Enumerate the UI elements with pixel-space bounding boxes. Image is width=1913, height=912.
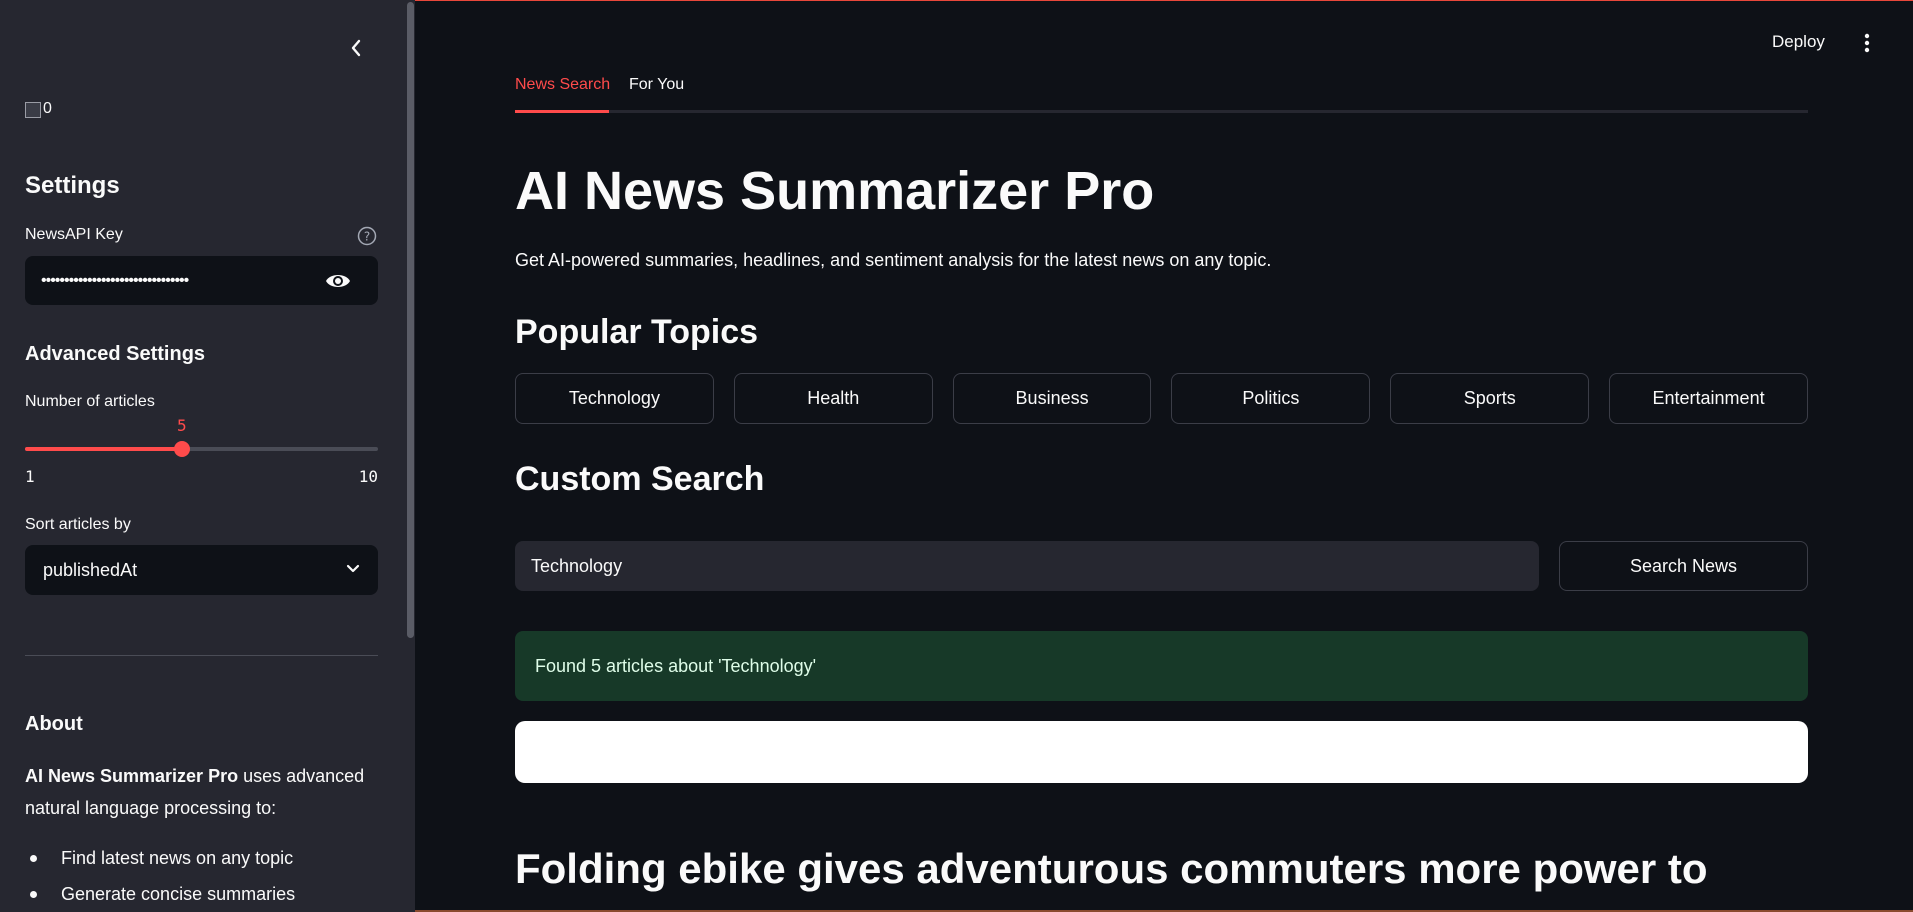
topic-button-politics[interactable]: Politics [1171, 373, 1371, 424]
about-heading: About [25, 713, 83, 735]
main-menu-button[interactable] [1858, 30, 1876, 56]
about-description: AI News Summarizer Pro uses advanced nat… [25, 760, 375, 824]
num-articles-label: Number of articles [25, 393, 155, 410]
topic-button-technology[interactable]: Technology [515, 373, 714, 424]
search-input[interactable]: Technology [515, 541, 1539, 591]
page-title: AI News Summarizer Pro [515, 161, 1155, 221]
api-key-label: NewsAPI Key [25, 226, 123, 243]
about-list: Find latest news on any topic Generate c… [25, 840, 295, 912]
article-headline: Folding ebike gives adventurous commuter… [515, 845, 1708, 892]
advanced-settings-heading: Advanced Settings [25, 343, 206, 365]
sort-label: Sort articles by [25, 516, 131, 533]
about-app-name: AI News Summarizer Pro [25, 766, 239, 786]
tab-bar: News Search For You [515, 76, 1808, 113]
svg-text:?: ? [364, 230, 370, 244]
slider-thumb[interactable] [173, 441, 190, 457]
logo-image: 0 [25, 100, 52, 118]
sort-select[interactable]: publishedAt [25, 545, 378, 595]
list-item: Generate concise summaries [25, 876, 295, 912]
tab-bar-line [515, 110, 1808, 113]
settings-heading: Settings [25, 172, 120, 199]
sidebar-divider [25, 655, 378, 656]
topic-button-entertainment[interactable]: Entertainment [1609, 373, 1808, 424]
chevron-down-icon [346, 564, 360, 573]
deploy-button[interactable]: Deploy [1772, 32, 1825, 52]
logo-image-alt: 0 [43, 100, 52, 117]
num-articles-slider[interactable]: 5 [25, 416, 378, 457]
slider-value: 5 [177, 416, 187, 435]
popular-topics-heading: Popular Topics [515, 313, 759, 351]
broken-image-icon [25, 102, 41, 118]
sidebar-scrollbar[interactable] [407, 2, 414, 638]
sidebar: 0 Settings NewsAPI Key ? •••••••••••••••… [0, 0, 415, 912]
progress-container [515, 721, 1808, 783]
active-tab-indicator [515, 110, 609, 113]
more-vertical-icon [1864, 33, 1870, 53]
topic-button-sports[interactable]: Sports [1390, 373, 1590, 424]
collapse-sidebar-button[interactable] [340, 34, 372, 62]
help-icon[interactable]: ? [357, 226, 377, 246]
topic-button-health[interactable]: Health [733, 373, 933, 424]
custom-search-heading: Custom Search [515, 460, 765, 498]
sort-select-value: publishedAt [43, 559, 138, 580]
chevron-left-icon [351, 39, 361, 57]
topic-button-business[interactable]: Business [952, 373, 1152, 424]
tab-news-search[interactable]: News Search [515, 76, 610, 94]
slider-fill [25, 447, 182, 451]
popular-topics-row: Technology Health Business Politics Spor… [515, 373, 1808, 424]
eye-icon[interactable] [325, 270, 351, 292]
slider-max-label: 10 [358, 467, 378, 486]
slider-min-label: 1 [25, 467, 35, 486]
search-news-button[interactable]: Search News [1559, 541, 1808, 591]
page-subtitle: Get AI-powered summaries, headlines, and… [515, 250, 1272, 270]
success-message: Found 5 articles about 'Technology' [515, 631, 1808, 701]
list-item: Find latest news on any topic [25, 840, 295, 876]
tab-for-you[interactable]: For You [629, 76, 684, 94]
